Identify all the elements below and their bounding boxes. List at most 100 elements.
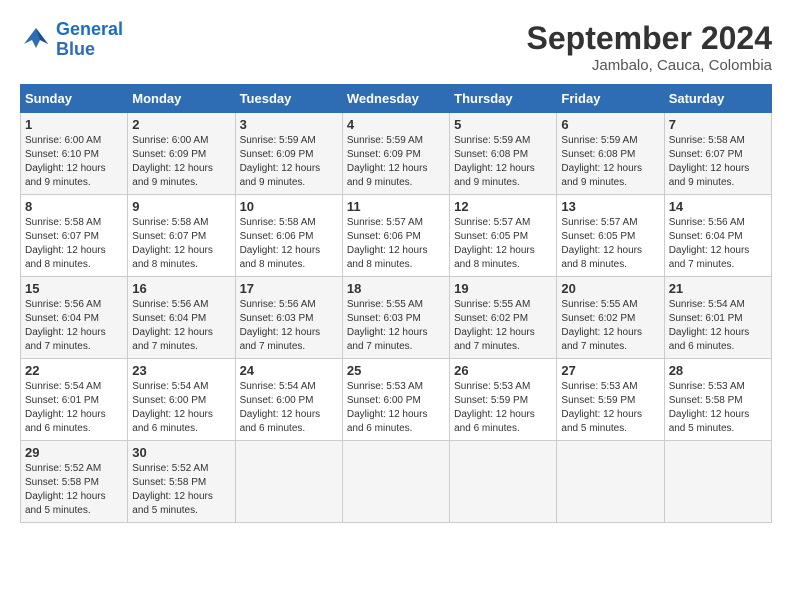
day-info: Sunrise: 5:54 AM Sunset: 6:00 PM Dayligh…: [240, 380, 338, 436]
day-number: 7: [669, 117, 767, 132]
day-number: 12: [454, 199, 552, 214]
calendar-cell: 22 Sunrise: 5:54 AM Sunset: 6:01 PM Dayl…: [21, 359, 128, 441]
weekday-header-monday: Monday: [128, 85, 235, 113]
day-info: Sunrise: 5:57 AM Sunset: 6:06 PM Dayligh…: [347, 216, 445, 272]
day-number: 10: [240, 199, 338, 214]
weekday-header-friday: Friday: [557, 85, 664, 113]
day-number: 28: [669, 363, 767, 378]
page-header: General Blue September 2024 Jambalo, Cau…: [20, 20, 772, 74]
day-info: Sunrise: 5:53 AM Sunset: 5:58 PM Dayligh…: [669, 380, 767, 436]
day-number: 3: [240, 117, 338, 132]
day-info: Sunrise: 5:53 AM Sunset: 5:59 PM Dayligh…: [454, 380, 552, 436]
day-info: Sunrise: 5:53 AM Sunset: 5:59 PM Dayligh…: [561, 380, 659, 436]
calendar-cell: 25 Sunrise: 5:53 AM Sunset: 6:00 PM Dayl…: [342, 359, 449, 441]
calendar-table: SundayMondayTuesdayWednesdayThursdayFrid…: [20, 84, 772, 523]
day-number: 29: [25, 445, 123, 460]
calendar-cell: 16 Sunrise: 5:56 AM Sunset: 6:04 PM Dayl…: [128, 277, 235, 359]
day-info: Sunrise: 5:59 AM Sunset: 6:09 PM Dayligh…: [347, 134, 445, 190]
calendar-cell: 17 Sunrise: 5:56 AM Sunset: 6:03 PM Dayl…: [235, 277, 342, 359]
day-info: Sunrise: 6:00 AM Sunset: 6:10 PM Dayligh…: [25, 134, 123, 190]
day-info: Sunrise: 5:55 AM Sunset: 6:02 PM Dayligh…: [561, 298, 659, 354]
day-number: 9: [132, 199, 230, 214]
calendar-cell: [450, 441, 557, 523]
day-info: Sunrise: 5:54 AM Sunset: 6:01 PM Dayligh…: [669, 298, 767, 354]
day-info: Sunrise: 5:58 AM Sunset: 6:06 PM Dayligh…: [240, 216, 338, 272]
day-info: Sunrise: 5:59 AM Sunset: 6:08 PM Dayligh…: [454, 134, 552, 190]
calendar-cell: 27 Sunrise: 5:53 AM Sunset: 5:59 PM Dayl…: [557, 359, 664, 441]
calendar-cell: 21 Sunrise: 5:54 AM Sunset: 6:01 PM Dayl…: [664, 277, 771, 359]
title-section: September 2024 Jambalo, Cauca, Colombia: [527, 20, 772, 74]
day-info: Sunrise: 5:55 AM Sunset: 6:02 PM Dayligh…: [454, 298, 552, 354]
day-number: 30: [132, 445, 230, 460]
calendar-cell: 2 Sunrise: 6:00 AM Sunset: 6:09 PM Dayli…: [128, 113, 235, 195]
day-info: Sunrise: 5:56 AM Sunset: 6:03 PM Dayligh…: [240, 298, 338, 354]
calendar-cell: 30 Sunrise: 5:52 AM Sunset: 5:58 PM Dayl…: [128, 441, 235, 523]
calendar-cell: 1 Sunrise: 6:00 AM Sunset: 6:10 PM Dayli…: [21, 113, 128, 195]
day-number: 22: [25, 363, 123, 378]
day-number: 15: [25, 281, 123, 296]
day-number: 14: [669, 199, 767, 214]
calendar-cell: 23 Sunrise: 5:54 AM Sunset: 6:00 PM Dayl…: [128, 359, 235, 441]
day-number: 25: [347, 363, 445, 378]
day-number: 17: [240, 281, 338, 296]
calendar-cell: 19 Sunrise: 5:55 AM Sunset: 6:02 PM Dayl…: [450, 277, 557, 359]
calendar-cell: 3 Sunrise: 5:59 AM Sunset: 6:09 PM Dayli…: [235, 113, 342, 195]
weekday-header-tuesday: Tuesday: [235, 85, 342, 113]
day-info: Sunrise: 5:54 AM Sunset: 6:00 PM Dayligh…: [132, 380, 230, 436]
day-number: 1: [25, 117, 123, 132]
day-info: Sunrise: 5:59 AM Sunset: 6:08 PM Dayligh…: [561, 134, 659, 190]
day-number: 21: [669, 281, 767, 296]
day-info: Sunrise: 5:53 AM Sunset: 6:00 PM Dayligh…: [347, 380, 445, 436]
day-info: Sunrise: 5:56 AM Sunset: 6:04 PM Dayligh…: [132, 298, 230, 354]
logo: General Blue: [20, 20, 123, 60]
day-number: 8: [25, 199, 123, 214]
calendar-cell: 6 Sunrise: 5:59 AM Sunset: 6:08 PM Dayli…: [557, 113, 664, 195]
weekday-header-sunday: Sunday: [21, 85, 128, 113]
day-info: Sunrise: 5:57 AM Sunset: 6:05 PM Dayligh…: [561, 216, 659, 272]
calendar-cell: 9 Sunrise: 5:58 AM Sunset: 6:07 PM Dayli…: [128, 195, 235, 277]
weekday-header-thursday: Thursday: [450, 85, 557, 113]
calendar-cell: 12 Sunrise: 5:57 AM Sunset: 6:05 PM Dayl…: [450, 195, 557, 277]
day-number: 5: [454, 117, 552, 132]
day-number: 20: [561, 281, 659, 296]
calendar-cell: 7 Sunrise: 5:58 AM Sunset: 6:07 PM Dayli…: [664, 113, 771, 195]
day-number: 19: [454, 281, 552, 296]
day-info: Sunrise: 5:52 AM Sunset: 5:58 PM Dayligh…: [132, 462, 230, 518]
calendar-cell: 28 Sunrise: 5:53 AM Sunset: 5:58 PM Dayl…: [664, 359, 771, 441]
weekday-header-saturday: Saturday: [664, 85, 771, 113]
day-info: Sunrise: 5:52 AM Sunset: 5:58 PM Dayligh…: [25, 462, 123, 518]
calendar-cell: 26 Sunrise: 5:53 AM Sunset: 5:59 PM Dayl…: [450, 359, 557, 441]
logo-icon: [20, 24, 52, 56]
day-number: 27: [561, 363, 659, 378]
calendar-cell: 5 Sunrise: 5:59 AM Sunset: 6:08 PM Dayli…: [450, 113, 557, 195]
calendar-cell: 20 Sunrise: 5:55 AM Sunset: 6:02 PM Dayl…: [557, 277, 664, 359]
calendar-cell: [664, 441, 771, 523]
day-number: 11: [347, 199, 445, 214]
day-number: 2: [132, 117, 230, 132]
day-info: Sunrise: 6:00 AM Sunset: 6:09 PM Dayligh…: [132, 134, 230, 190]
calendar-cell: 11 Sunrise: 5:57 AM Sunset: 6:06 PM Dayl…: [342, 195, 449, 277]
month-title: September 2024: [527, 20, 772, 57]
day-number: 6: [561, 117, 659, 132]
day-info: Sunrise: 5:58 AM Sunset: 6:07 PM Dayligh…: [669, 134, 767, 190]
calendar-cell: 8 Sunrise: 5:58 AM Sunset: 6:07 PM Dayli…: [21, 195, 128, 277]
day-number: 24: [240, 363, 338, 378]
calendar-cell: [235, 441, 342, 523]
day-info: Sunrise: 5:57 AM Sunset: 6:05 PM Dayligh…: [454, 216, 552, 272]
day-number: 23: [132, 363, 230, 378]
calendar-cell: 14 Sunrise: 5:56 AM Sunset: 6:04 PM Dayl…: [664, 195, 771, 277]
calendar-cell: 10 Sunrise: 5:58 AM Sunset: 6:06 PM Dayl…: [235, 195, 342, 277]
day-info: Sunrise: 5:56 AM Sunset: 6:04 PM Dayligh…: [25, 298, 123, 354]
calendar-cell: 29 Sunrise: 5:52 AM Sunset: 5:58 PM Dayl…: [21, 441, 128, 523]
day-number: 26: [454, 363, 552, 378]
calendar-cell: 15 Sunrise: 5:56 AM Sunset: 6:04 PM Dayl…: [21, 277, 128, 359]
calendar-cell: 18 Sunrise: 5:55 AM Sunset: 6:03 PM Dayl…: [342, 277, 449, 359]
day-info: Sunrise: 5:55 AM Sunset: 6:03 PM Dayligh…: [347, 298, 445, 354]
calendar-cell: 13 Sunrise: 5:57 AM Sunset: 6:05 PM Dayl…: [557, 195, 664, 277]
calendar-cell: [342, 441, 449, 523]
day-info: Sunrise: 5:58 AM Sunset: 6:07 PM Dayligh…: [132, 216, 230, 272]
day-info: Sunrise: 5:59 AM Sunset: 6:09 PM Dayligh…: [240, 134, 338, 190]
day-info: Sunrise: 5:56 AM Sunset: 6:04 PM Dayligh…: [669, 216, 767, 272]
day-number: 4: [347, 117, 445, 132]
day-number: 13: [561, 199, 659, 214]
